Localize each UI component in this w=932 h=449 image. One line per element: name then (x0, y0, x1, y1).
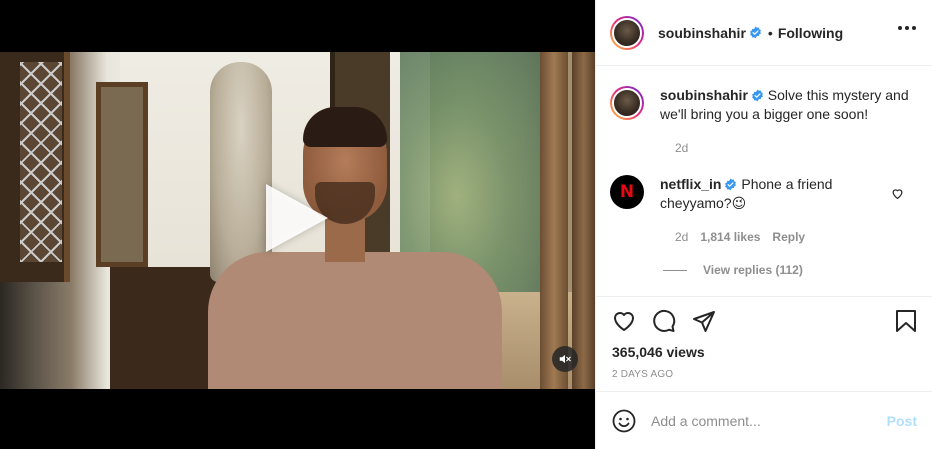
action-bar (612, 309, 716, 333)
post-actions-section: 365,046 views 2 DAYS AGO (596, 296, 932, 391)
video-backdrop-statue (210, 62, 272, 282)
post-details-panel: soubinshahir • Following soubinshahir So… (595, 0, 932, 449)
author-avatar[interactable] (610, 15, 644, 50)
commenter-avatar[interactable]: N (610, 175, 644, 209)
caption-timestamp[interactable]: 2d (675, 141, 688, 155)
post-header: soubinshahir • Following (596, 0, 932, 66)
video-person-hair (303, 107, 387, 147)
author-avatar[interactable] (610, 86, 644, 120)
view-replies-button[interactable]: View replies (112) (663, 263, 803, 277)
reply-button[interactable]: Reply (772, 230, 805, 244)
comment-timestamp[interactable]: 2d (675, 230, 688, 244)
comment-like-heart-icon[interactable] (891, 187, 904, 200)
following-button[interactable]: Following (778, 25, 843, 41)
video-person-body (208, 252, 502, 389)
video-panel (0, 0, 595, 449)
paper-plane-icon[interactable] (692, 309, 716, 333)
heart-icon[interactable] (612, 309, 636, 333)
play-icon[interactable] (266, 184, 328, 252)
add-comment-form: Post (596, 391, 932, 449)
save-button[interactable] (895, 309, 917, 333)
bookmark-icon[interactable] (895, 309, 917, 333)
verified-badge-icon (749, 26, 761, 39)
replies-divider-line (663, 269, 687, 271)
caption-body: soubinshahir Solve this mystery and we'l… (660, 86, 920, 124)
view-replies-label: View replies (112) (703, 263, 803, 277)
verified-badge-icon (751, 89, 763, 102)
comment-likes[interactable]: 1,814 likes (700, 230, 760, 244)
separator-dot: • (767, 24, 773, 41)
video-backdrop-window (0, 52, 70, 282)
comment-input[interactable] (651, 412, 871, 429)
commenter-username[interactable]: netflix_in (660, 176, 721, 192)
video-backdrop-pillar (540, 52, 568, 389)
ellipsis-icon[interactable] (898, 26, 916, 30)
author-username[interactable]: soubinshahir (658, 25, 746, 41)
comment-item: N netflix_in Phone a friend cheyyamo?😉 2… (610, 175, 920, 244)
caption-username[interactable]: soubinshahir (660, 87, 748, 103)
verified-badge-icon (725, 178, 737, 191)
speech-bubble-icon[interactable] (652, 309, 676, 333)
post-caption: soubinshahir Solve this mystery and we'l… (610, 86, 920, 155)
video-backdrop-pillar (572, 52, 595, 389)
netflix-logo: N (619, 182, 635, 202)
post-date[interactable]: 2 DAYS AGO (612, 369, 673, 380)
comment-meta: 2d 1,814 likes Reply (675, 230, 805, 244)
video-backdrop-window (96, 82, 148, 267)
comment-body: netflix_in Phone a friend cheyyamo?😉 (660, 175, 870, 213)
muted-speaker-icon[interactable] (552, 346, 578, 372)
post-comment-button[interactable]: Post (887, 413, 917, 429)
view-count[interactable]: 365,046 views (612, 344, 705, 360)
smiley-icon[interactable] (612, 409, 636, 433)
